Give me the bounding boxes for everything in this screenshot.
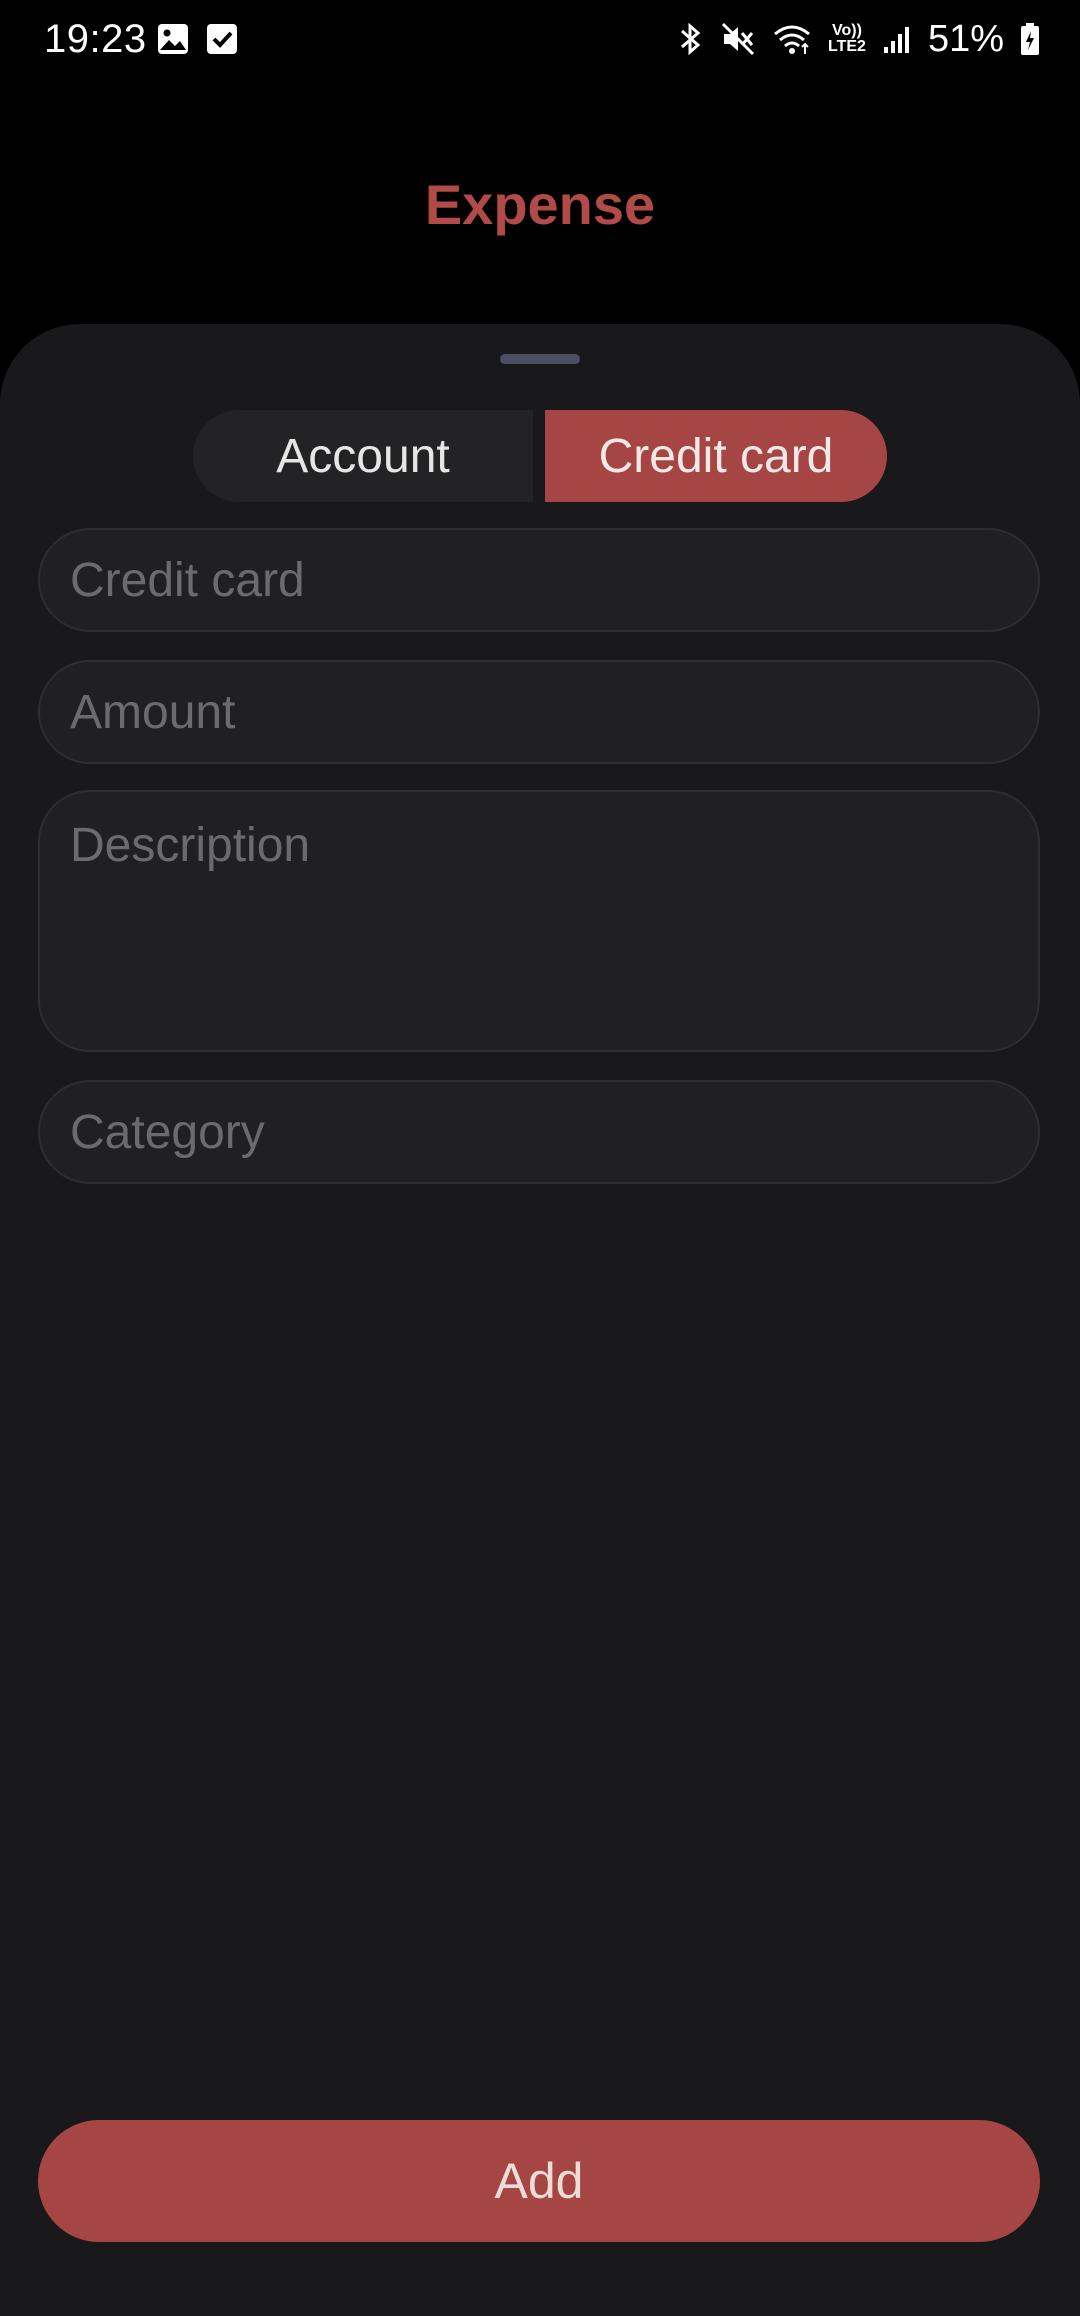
bottom-sheet: Account Credit card Credit card Amount D… xyxy=(0,324,1080,2316)
wifi-icon xyxy=(772,22,812,56)
category-field[interactable]: Category xyxy=(38,1080,1040,1184)
status-system-icons: Vo)) LTE2 51% xyxy=(678,14,1040,64)
bluetooth-icon xyxy=(678,21,704,57)
status-notification-icons xyxy=(156,22,238,56)
volte-lte-icon: Vo)) LTE2 xyxy=(828,23,866,55)
signal-icon xyxy=(882,23,912,55)
page-title: Expense xyxy=(424,173,656,236)
amount-field[interactable]: Amount xyxy=(38,660,1040,764)
source-segmented-control: Account Credit card xyxy=(193,410,887,502)
description-field[interactable]: Description xyxy=(38,790,1040,1052)
credit-card-tab[interactable]: Credit card xyxy=(545,410,887,502)
credit-card-placeholder: Credit card xyxy=(70,553,305,607)
amount-placeholder: Amount xyxy=(70,685,236,739)
mute-icon xyxy=(720,21,756,57)
status-time: 19:23 xyxy=(44,17,147,61)
lte-label: LTE2 xyxy=(828,38,866,55)
category-placeholder: Category xyxy=(70,1105,265,1159)
credit-card-field[interactable]: Credit card xyxy=(38,528,1040,632)
gallery-icon xyxy=(156,22,190,56)
battery-charging-icon xyxy=(1020,22,1040,56)
battery-percentage: 51% xyxy=(927,18,1004,60)
drag-handle[interactable] xyxy=(500,354,580,364)
checkbox-icon xyxy=(206,22,238,56)
account-tab[interactable]: Account xyxy=(193,410,533,502)
add-button[interactable]: Add xyxy=(38,2120,1040,2242)
description-placeholder: Description xyxy=(70,819,311,872)
status-bar: 19:23 Vo)) LTE2 51% xyxy=(0,0,1080,80)
volte-label: Vo)) xyxy=(832,22,862,39)
